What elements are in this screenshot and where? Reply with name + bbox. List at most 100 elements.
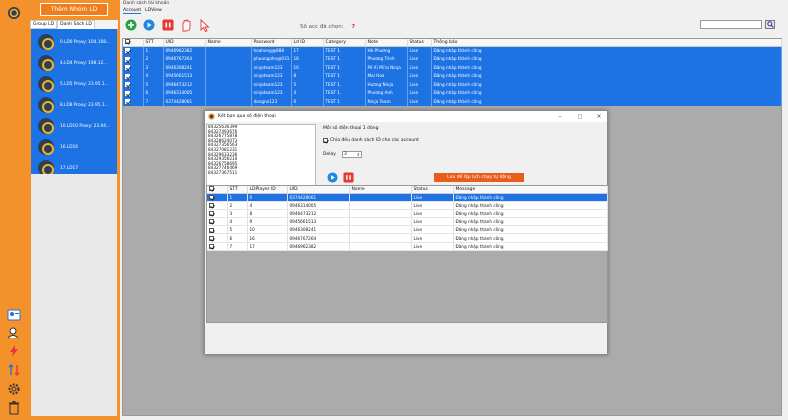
row-checkbox[interactable] — [123, 46, 144, 55]
cell-message: Đăng nhập thành công — [453, 193, 608, 202]
cell-ld-id: 8 — [291, 71, 324, 80]
col-uid[interactable]: UID — [287, 186, 350, 194]
ld-item[interactable]: 5.LD5 Proxy: 23.95.1... — [31, 73, 117, 95]
row-checkbox[interactable] — [123, 88, 144, 97]
row-checkbox[interactable] — [207, 242, 228, 251]
row-checkbox[interactable] — [123, 54, 144, 63]
cell-stt: 3 — [227, 209, 248, 219]
tab-ld-list[interactable]: Danh Sách LD — [57, 20, 95, 29]
table-row[interactable]: 2 4 0946314005 Live Đăng nhập thành công — [207, 201, 608, 210]
cell-password: ninjateam123 — [251, 88, 292, 97]
table-row[interactable]: 4 0945661513 ninjateam123 8 TEST 1 Mai Hoa Liv… — [123, 71, 782, 80]
close-icon[interactable]: × — [594, 112, 604, 121]
cell-note: Hà Phương — [365, 46, 408, 55]
tab-group-ld[interactable]: Group LD — [30, 20, 58, 29]
table-row[interactable]: 6 0946314005 ninjateam123 4 TEST 1 Phương Anh… — [123, 88, 782, 97]
cell-message: Đăng nhập thành công — [431, 54, 782, 63]
search-input[interactable] — [700, 20, 762, 29]
sort-arrows-icon[interactable] — [5, 363, 23, 377]
tab-account[interactable]: Account — [123, 8, 142, 14]
row-checkbox[interactable] — [123, 97, 144, 106]
minimize-icon[interactable]: – — [555, 112, 565, 121]
col-ld-id[interactable]: Ld ID — [291, 39, 324, 47]
select-all-checkbox[interactable] — [207, 186, 228, 194]
table-row[interactable]: 1 0946962382 hoahong@888 17 TEST 1 Hà Phương L… — [123, 46, 782, 55]
ld-item[interactable]: 8.LD8 Proxy: 23.95.1... — [31, 94, 117, 116]
col-password[interactable]: Password — [251, 39, 292, 47]
stop-hand-button[interactable] — [179, 18, 193, 32]
cell-status: Live — [407, 63, 432, 72]
col-name[interactable]: Name — [349, 186, 412, 194]
table-row[interactable]: 7 17 0946962382 Live Đăng nhập thành công — [207, 242, 608, 251]
cell-password: dangno123 — [251, 97, 292, 106]
profile-card-icon[interactable] — [5, 308, 23, 322]
cell-name — [205, 97, 252, 106]
row-checkbox[interactable] — [207, 193, 228, 202]
col-status[interactable]: Status — [407, 39, 432, 47]
add-button[interactable] — [124, 18, 138, 32]
row-checkbox[interactable] — [123, 80, 144, 89]
phone-list-textarea[interactable]: 84325636399 84327493676 84326775878 8432862… — [206, 124, 316, 194]
ld-item[interactable]: 16.LD16 — [31, 136, 117, 158]
cell-status: Live — [411, 209, 454, 219]
col-stt[interactable]: STT — [143, 39, 164, 47]
row-checkbox[interactable] — [207, 209, 228, 219]
lightning-icon[interactable] — [5, 344, 23, 358]
tab-ldview[interactable]: LDView — [145, 8, 162, 14]
row-checkbox[interactable] — [123, 63, 144, 72]
cell-name — [349, 217, 412, 227]
table-row[interactable]: 3 0946308241 ninjateam123 10 TEST 1 Pé Xi Mi'… — [123, 63, 782, 72]
user-settings-icon[interactable] — [5, 326, 23, 340]
col-ldplayer-id[interactable]: LDPlayer ID — [247, 186, 288, 194]
delay-input[interactable]: 3 ⇕ — [342, 151, 362, 158]
row-checkbox[interactable] — [207, 201, 228, 210]
table-row[interactable]: 6 16 0946767264 Live Đăng nhập thành công — [207, 233, 608, 243]
row-checkbox[interactable] — [207, 233, 228, 243]
table-row[interactable]: 5 0946473212 ninjateam123 5 TEST 1 Hương Ninj… — [123, 80, 782, 89]
ld-item[interactable]: 4.LD4 Proxy: 198.12... — [31, 52, 117, 74]
table-row[interactable]: 4 9 0945661513 Live Đăng nhập thành công — [207, 217, 608, 227]
spinner-icon[interactable]: ⇕ — [357, 152, 360, 157]
col-stt[interactable]: STT — [227, 186, 248, 194]
stop-button[interactable] — [161, 18, 175, 32]
play-button[interactable] — [142, 18, 156, 32]
table-row[interactable]: 7 0374428061 dangno123 0 TEST 1 Ninja Team Liv… — [123, 97, 782, 106]
play-icon — [326, 171, 338, 183]
dialog-stop-button[interactable] — [342, 171, 354, 183]
option-split-ids[interactable]: Chia đều danh sách ID cho các account — [323, 138, 419, 143]
ld-item[interactable]: 0.LD0 Proxy: 104.168... — [31, 31, 117, 53]
table-row[interactable]: 1 0 0374428061 Live Đăng nhập thành công — [207, 193, 608, 202]
col-category[interactable]: Category — [323, 39, 366, 47]
col-status[interactable]: Status — [411, 186, 454, 194]
table-row[interactable]: 5 10 0946308241 Live Đăng nhập thành công — [207, 225, 608, 235]
col-message[interactable]: Thông báo — [431, 39, 782, 47]
ld-item[interactable]: 10.LD10 Proxy: 23.94... — [31, 115, 117, 137]
row-checkbox[interactable] — [207, 217, 228, 227]
maximize-icon[interactable]: □ — [575, 112, 585, 121]
cell-stt: 3 — [143, 63, 164, 72]
ld-tabs: Group LD Danh Sách LD — [30, 20, 118, 29]
col-name[interactable]: Name — [205, 39, 252, 47]
trash-icon[interactable] — [5, 401, 23, 415]
row-checkbox[interactable] — [123, 71, 144, 80]
split-ids-checkbox[interactable] — [323, 138, 328, 143]
settings-icon[interactable] — [5, 382, 23, 396]
ldplayer-icon — [38, 34, 54, 50]
cell-status: Live — [411, 217, 454, 227]
save-schedule-button[interactable]: Lưu để lập lịch chạy tự động — [434, 173, 524, 182]
table-row[interactable]: 3 8 0946473212 Live Đăng nhập thành công — [207, 209, 608, 219]
select-all-checkbox[interactable] — [123, 39, 144, 47]
col-message[interactable]: Message — [453, 186, 608, 194]
table-row[interactable]: 2 0946767264 phuongahn@031 16 TEST 1 Phương T… — [123, 54, 782, 63]
search-button[interactable] — [765, 20, 775, 29]
add-ld-group-button[interactable]: Thêm Nhóm LD — [40, 3, 108, 16]
row-checkbox[interactable] — [207, 225, 228, 235]
cell-ldplayer-id: 0 — [247, 193, 288, 202]
cell-note: Phương Anh — [365, 88, 408, 97]
col-note[interactable]: Note — [365, 39, 408, 47]
dialog-play-button[interactable] — [326, 171, 338, 183]
add-icon — [125, 19, 137, 31]
col-uid[interactable]: UID — [163, 39, 206, 47]
option-one-per-line: Mỗi số điện thoại 1 dòng — [323, 126, 379, 131]
cursor-button[interactable] — [198, 18, 212, 32]
